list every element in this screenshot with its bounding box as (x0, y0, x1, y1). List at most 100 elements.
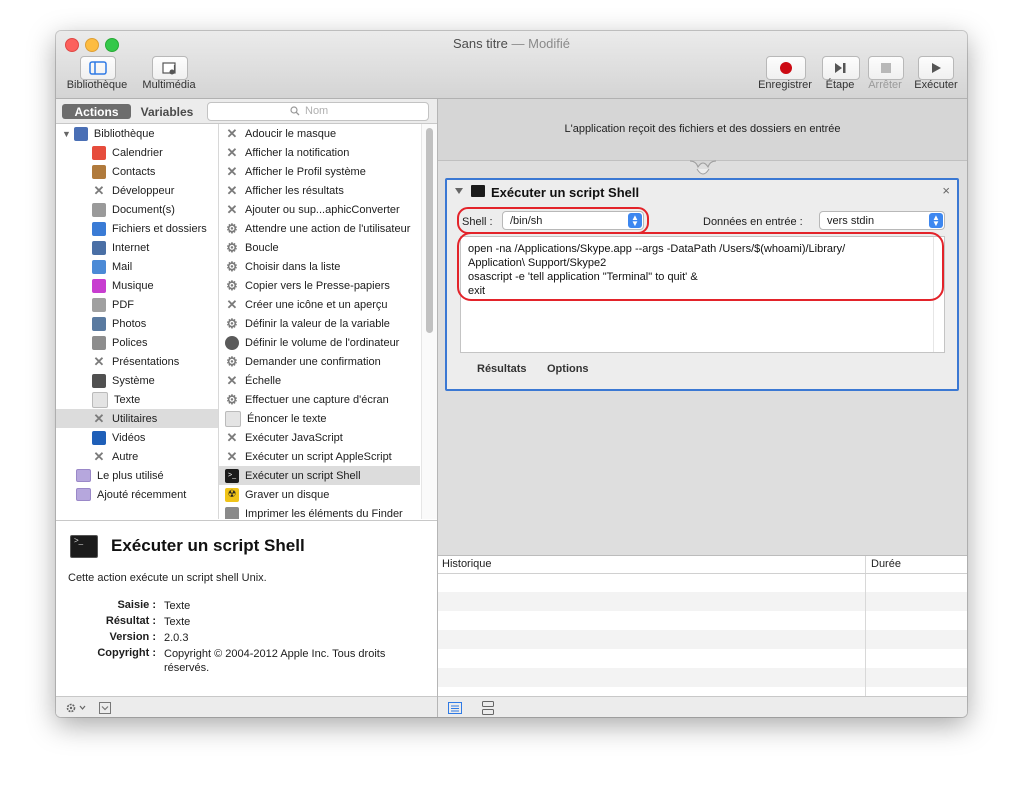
library-item[interactable]: Texte (56, 390, 218, 409)
library-item[interactable]: ✕ Présentations (56, 352, 218, 371)
action-item[interactable]: ✕ Afficher la notification (219, 143, 420, 162)
tab-results[interactable]: Résultats (477, 363, 527, 375)
library-item-label: Document(s) (112, 203, 175, 216)
action-item[interactable]: ☢ Graver un disque (219, 485, 420, 504)
library-item[interactable]: Mail (56, 257, 218, 276)
input-mode-select[interactable]: vers stdin ▲ ▼ (819, 211, 945, 230)
library-item-label: Vidéos (112, 431, 146, 444)
disclosure-triangle-icon[interactable]: ▼ (62, 129, 71, 139)
tools-icon: ✕ (226, 125, 238, 141)
library-item-label: Fichiers et dossiers (112, 222, 207, 235)
tools-icon: ✕ (226, 372, 238, 388)
library-root[interactable]: ▼ Bibliothèque (62, 124, 218, 143)
library-item[interactable]: PDF (56, 295, 218, 314)
robot-icon: ⚙ (226, 258, 238, 274)
action-item-label: Copier vers le Presse-papiers (245, 279, 390, 292)
terminal-icon (471, 185, 485, 197)
smart-folder-item[interactable]: Le plus utilisé (76, 466, 218, 485)
action-item[interactable]: ✕ Échelle (219, 371, 420, 390)
smart-folder-item[interactable]: Ajouté récemment (76, 485, 218, 504)
collapse-triangle-icon[interactable] (455, 188, 463, 194)
input-mode-label: Données en entrée : (703, 216, 803, 228)
library-item-label: Autre (112, 450, 139, 463)
action-item[interactable]: ⚙ Boucle (219, 238, 420, 257)
gear-menu-icon[interactable] (66, 702, 88, 714)
step-button[interactable] (822, 56, 860, 80)
shell-script-action[interactable]: Exécuter un script Shell × Shell : /bin/… (445, 178, 959, 391)
library-item[interactable]: Système (56, 371, 218, 390)
tools-icon: ✕ (226, 182, 238, 198)
action-item[interactable]: ✕ Afficher les résultats (219, 181, 420, 200)
action-item-label: Effectuer une capture d'écran (245, 393, 389, 406)
action-item[interactable]: ✕ Ajouter ou sup...aphicConverter (219, 200, 420, 219)
library-item[interactable]: Document(s) (56, 200, 218, 219)
meta-key-input: Saisie : (117, 599, 156, 611)
record-label: Enregistrer (758, 79, 812, 91)
duration-column[interactable]: Durée (871, 558, 901, 570)
calendar-icon (92, 145, 106, 160)
action-item[interactable]: Énoncer le texte (219, 409, 420, 428)
action-item[interactable]: ⚙ Demander une confirmation (219, 352, 420, 371)
window-title: Sans titre — Modifié (452, 36, 571, 51)
search-input[interactable]: Nom (207, 102, 429, 121)
tab-options[interactable]: Options (547, 363, 589, 375)
meta-key-result: Résultat : (105, 615, 156, 627)
action-item-label: Afficher la notification (245, 146, 350, 159)
close-action-icon[interactable]: × (942, 183, 950, 198)
meta-value-result: Texte (164, 616, 191, 628)
library-item-label: Texte (114, 393, 141, 406)
action-item[interactable]: ⚙ Copier vers le Presse-papiers (219, 276, 420, 295)
action-item[interactable]: ✕ Créer une icône et un aperçu (219, 295, 420, 314)
library-item[interactable]: ✕ Autre (56, 447, 218, 466)
action-item[interactable]: >_ Exécuter un script Shell (219, 466, 420, 485)
actions-scrollbar[interactable] (421, 124, 437, 519)
globe-icon (92, 240, 106, 255)
action-item[interactable]: ✕ Exécuter JavaScript (219, 428, 420, 447)
action-item[interactable]: ✕ Exécuter un script AppleScript (219, 447, 420, 466)
library-item[interactable]: ✕ Utilitaires (56, 409, 218, 428)
history-log: Historique Durée (438, 555, 967, 697)
library-item[interactable]: Internet (56, 238, 218, 257)
tools-icon: ✕ (226, 429, 238, 445)
run-button[interactable] (918, 56, 954, 80)
music-icon (92, 278, 106, 293)
action-item[interactable]: ✕ Afficher le Profil système (219, 162, 420, 181)
action-item[interactable]: Définir le volume de l'ordinateur (219, 333, 420, 352)
history-column[interactable]: Historique (442, 558, 492, 570)
action-item-label: Créer une icône et un aperçu (245, 298, 388, 311)
action-item[interactable]: ⚙ Définir la valeur de la variable (219, 314, 420, 333)
stop-button[interactable] (868, 56, 904, 80)
search-icon (290, 106, 300, 116)
library-item[interactable]: Calendrier (56, 143, 218, 162)
media-button[interactable] (152, 56, 188, 80)
action-item[interactable]: Imprimer les éléments du Finder (219, 504, 420, 519)
library-item[interactable]: Musique (56, 276, 218, 295)
run-label: Exécuter (914, 79, 958, 91)
library-item[interactable]: Contacts (56, 162, 218, 181)
action-item-label: Graver un disque (245, 488, 330, 501)
library-item[interactable]: Photos (56, 314, 218, 333)
library-item[interactable]: Polices (56, 333, 218, 352)
tab-actions[interactable]: Actions (62, 104, 131, 119)
action-item[interactable]: ✕ Adoucir le masque (219, 124, 420, 143)
library-item-label: Système (112, 374, 155, 387)
scrollbar-thumb[interactable] (426, 128, 433, 333)
list-view-icon[interactable] (448, 702, 462, 714)
library-toggle-button[interactable] (80, 56, 116, 80)
library-item[interactable]: Vidéos (56, 428, 218, 447)
record-button[interactable] (766, 56, 806, 80)
action-item-label: Afficher le Profil système (245, 165, 366, 178)
meta-key-version: Version : (109, 631, 156, 643)
description-toggle-icon[interactable] (99, 702, 111, 714)
library-item[interactable]: ✕ Développeur (56, 181, 218, 200)
description-title: Exécuter un script Shell (111, 536, 305, 555)
split-view-icon[interactable] (481, 701, 495, 715)
step-icon (835, 63, 846, 73)
action-item[interactable]: ⚙ Choisir dans la liste (219, 257, 420, 276)
library-item-label: Musique (112, 279, 154, 292)
library-item[interactable]: Fichiers et dossiers (56, 219, 218, 238)
action-item[interactable]: ⚙ Effectuer une capture d'écran (219, 390, 420, 409)
action-item[interactable]: ⚙ Attendre une action de l'utilisateur (219, 219, 420, 238)
tab-variables[interactable]: Variables (136, 104, 198, 119)
description-text: Cette action exécute un script shell Uni… (68, 572, 267, 584)
